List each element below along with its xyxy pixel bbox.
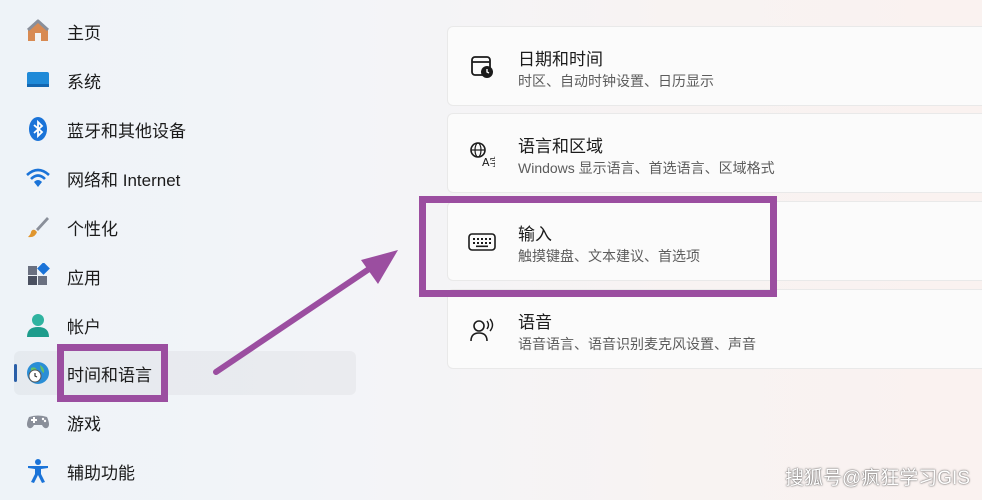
card-title: 语音 [518, 313, 552, 332]
sidebar-item-label: 应用 [67, 268, 101, 288]
sidebar-item-bluetooth[interactable]: 蓝牙和其他设备 [14, 107, 356, 151]
gamepad-icon [24, 408, 52, 436]
sidebar-item-label: 帐户 [67, 317, 101, 337]
sidebar-item-label: 个性化 [67, 219, 118, 239]
paintbrush-icon [24, 213, 52, 241]
setting-card-language-region[interactable]: A字 语言和区域 Windows 显示语言、首选语言、区域格式 [447, 113, 982, 193]
sidebar-item-label: 游戏 [67, 414, 101, 434]
sidebar-item-network[interactable]: 网络和 Internet [14, 156, 356, 200]
accessibility-icon [24, 457, 52, 485]
speech-icon [468, 316, 496, 344]
bluetooth-icon [24, 115, 52, 143]
sidebar-item-label: 主页 [67, 23, 101, 43]
highlight-box-time-language [57, 344, 168, 402]
sidebar-item-accessibility[interactable]: 辅助功能 [14, 449, 356, 493]
sidebar-item-system[interactable]: 系统 [14, 58, 356, 102]
sidebar-item-apps[interactable]: 应用 [14, 254, 356, 298]
sidebar-item-accounts[interactable]: 帐户 [14, 303, 356, 347]
card-description: 时区、自动时钟设置、日历显示 [518, 73, 714, 89]
calendar-clock-icon [468, 53, 496, 81]
highlight-box-input [419, 196, 777, 297]
home-icon [24, 17, 52, 45]
wifi-icon [24, 164, 52, 192]
sidebar-item-personalization[interactable]: 个性化 [14, 205, 356, 249]
card-description: 语音语言、语音识别麦克风设置、声音 [518, 336, 756, 352]
account-icon [24, 311, 52, 339]
sidebar-item-label: 蓝牙和其他设备 [67, 121, 186, 141]
svg-text:A字: A字 [482, 155, 495, 167]
sidebar-item-label: 网络和 Internet [67, 170, 181, 190]
card-description: Windows 显示语言、首选语言、区域格式 [518, 160, 775, 176]
card-title: 日期和时间 [518, 50, 603, 69]
sidebar-item-home[interactable]: 主页 [14, 9, 356, 53]
settings-sidebar: 主页 系统 蓝牙和其他设备 网络和 Internet 个性化 应用 帐户 时间和… [0, 0, 370, 500]
setting-card-date-time[interactable]: 日期和时间 时区、自动时钟设置、日历显示 [447, 26, 982, 106]
setting-card-speech[interactable]: 语音 语音语言、语音识别麦克风设置、声音 [447, 289, 982, 369]
system-display-icon [24, 66, 52, 94]
card-title: 语言和区域 [518, 137, 603, 156]
sidebar-item-label: 系统 [67, 72, 101, 92]
sidebar-item-label: 辅助功能 [67, 463, 135, 483]
watermark: 搜狐号@疯狂学习GIS [784, 468, 970, 489]
active-indicator [14, 364, 17, 382]
sidebar-item-gaming[interactable]: 游戏 [14, 400, 356, 444]
language-icon: A字 [468, 140, 496, 168]
apps-icon [24, 262, 52, 290]
globe-clock-icon [24, 359, 52, 387]
